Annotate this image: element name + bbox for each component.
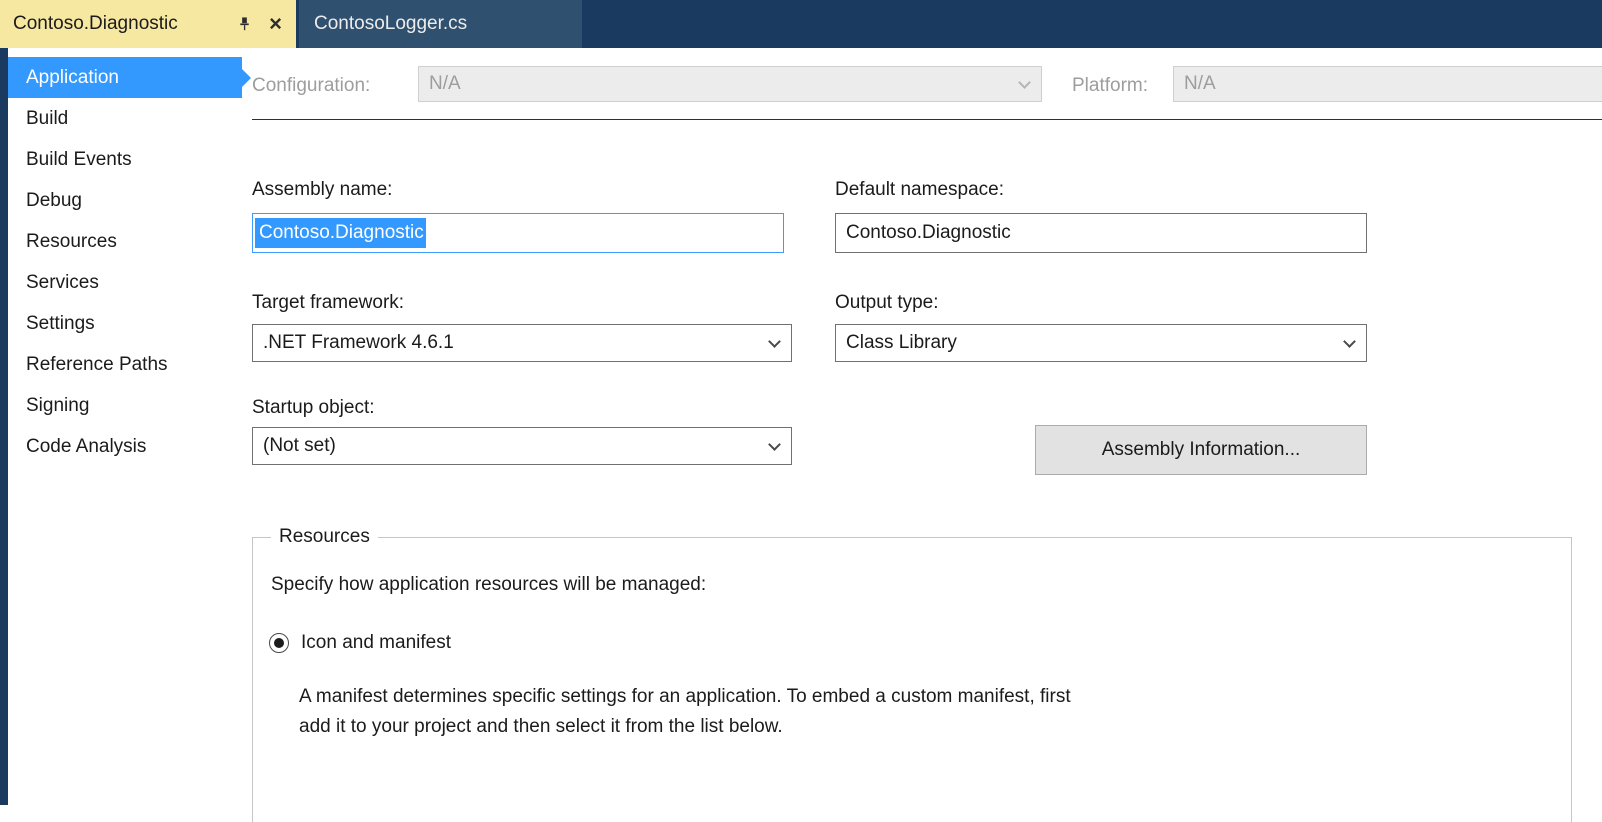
startup-object-value: (Not set) [263,435,336,457]
sidebar-item-label: Settings [26,313,95,335]
sidebar-item-label: Build [26,108,68,130]
tab-contosologger[interactable]: ContosoLogger.cs [299,0,582,48]
sidebar-item-label: Code Analysis [26,436,146,458]
chevron-down-icon [768,438,781,451]
resources-description: Specify how application resources will b… [271,574,1571,596]
application-page-content: Configuration: N/A Platform: N/A Assembl… [252,48,1602,822]
window-left-border [0,48,8,805]
sidebar-item-label: Debug [26,190,82,212]
chevron-down-icon [1343,335,1356,348]
icon-and-manifest-label: Icon and manifest [301,632,451,654]
sidebar-item-signing[interactable]: Signing [8,385,242,426]
resources-groupbox-legend: Resources [271,526,378,548]
section-divider [252,119,1602,120]
assembly-name-label: Assembly name: [252,179,392,201]
pin-icon[interactable] [237,16,252,32]
output-type-label: Output type: [835,292,939,314]
startup-object-label: Startup object: [252,397,375,419]
target-framework-value: .NET Framework 4.6.1 [263,332,454,354]
target-framework-label: Target framework: [252,292,404,314]
project-properties-window: Contoso.Diagnostic × ContosoLogger.cs Ap… [0,0,1602,822]
sidebar-item-debug[interactable]: Debug [8,180,242,221]
startup-object-dropdown[interactable]: (Not set) [252,427,792,465]
sidebar-item-code-analysis[interactable]: Code Analysis [8,426,242,467]
manifest-help-text: A manifest determines specific settings … [299,682,1571,743]
sidebar-item-label: Build Events [26,149,132,171]
sidebar-item-label: Resources [26,231,117,253]
target-framework-dropdown[interactable]: .NET Framework 4.6.1 [252,324,792,362]
sidebar-item-label: Services [26,272,99,294]
configuration-value: N/A [429,73,461,95]
document-tab-bar: Contoso.Diagnostic × ContosoLogger.cs [0,0,1602,48]
tab-label: Contoso.Diagnostic [13,13,237,35]
sidebar-item-resources[interactable]: Resources [8,221,242,262]
sidebar-item-label: Reference Paths [26,354,168,376]
icon-and-manifest-option[interactable]: Icon and manifest [269,632,1571,654]
sidebar-item-reference-paths[interactable]: Reference Paths [8,344,242,385]
platform-dropdown: N/A [1173,66,1602,102]
sidebar-item-application[interactable]: Application [8,57,242,98]
selected-input-text: Contoso.Diagnostic [255,218,426,248]
radio-dot [274,638,284,648]
configuration-dropdown: N/A [418,66,1042,102]
tab-contoso-diagnostic[interactable]: Contoso.Diagnostic × [0,0,296,48]
sidebar-item-settings[interactable]: Settings [8,303,242,344]
sidebar-item-build-events[interactable]: Build Events [8,139,242,180]
sidebar-item-services[interactable]: Services [8,262,242,303]
output-type-dropdown[interactable]: Class Library [835,324,1367,362]
chevron-down-icon [768,335,781,348]
input-text: Contoso.Diagnostic [846,222,1011,244]
platform-label: Platform: [1072,75,1148,97]
chevron-down-icon [1018,76,1031,89]
configuration-label: Configuration: [252,75,370,97]
close-icon[interactable]: × [269,13,282,35]
platform-value: N/A [1184,73,1216,95]
property-pages-sidebar: Application Build Build Events Debug Res… [8,48,242,467]
sidebar-item-label: Signing [26,395,89,417]
default-namespace-label: Default namespace: [835,179,1004,201]
output-type-value: Class Library [846,332,957,354]
radio-selected-icon[interactable] [269,633,289,653]
resources-groupbox: Resources Specify how application resour… [252,526,1572,822]
default-namespace-input[interactable]: Contoso.Diagnostic [835,213,1367,253]
sidebar-item-build[interactable]: Build [8,98,242,139]
tab-label: ContosoLogger.cs [314,13,467,35]
assembly-name-input[interactable]: Contoso.Diagnostic [252,213,784,253]
sidebar-item-label: Application [26,67,119,89]
assembly-information-button[interactable]: Assembly Information... [1035,425,1367,475]
